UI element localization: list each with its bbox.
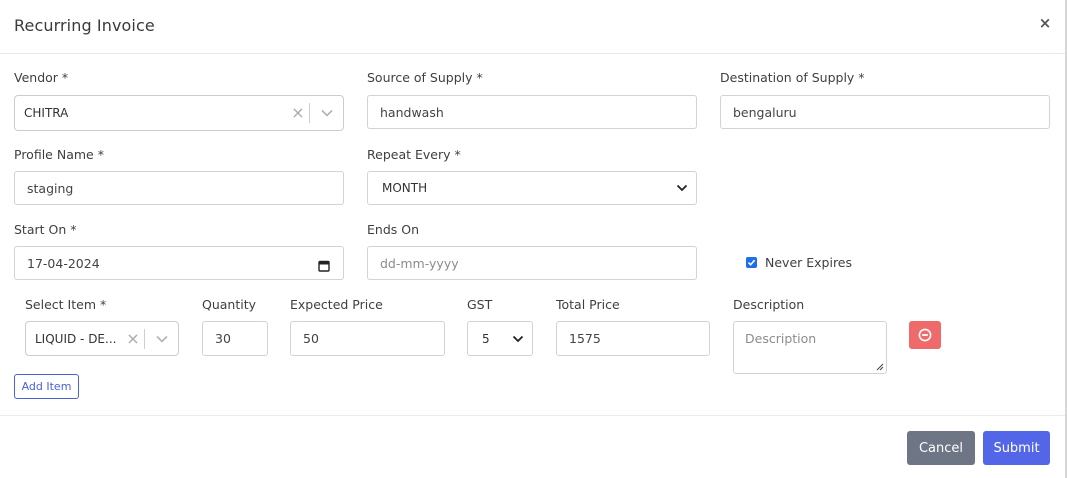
close-icon[interactable]: × [1037, 14, 1053, 32]
footer-divider [0, 415, 1065, 416]
destination-of-supply-label: Destination of Supply * [720, 70, 865, 85]
source-of-supply-label: Source of Supply * [367, 70, 483, 85]
remove-item-button[interactable] [909, 321, 941, 349]
select-item-header: Select Item * [25, 297, 107, 312]
gst-select[interactable]: 5 [467, 321, 533, 356]
expected-price-input[interactable]: 50 [290, 321, 445, 356]
gst-header: GST [467, 297, 493, 312]
description-textarea[interactable]: Description [733, 321, 887, 374]
quantity-header: Quantity [202, 297, 257, 312]
never-expires-checkbox[interactable] [746, 257, 757, 268]
resize-handle-icon[interactable] [876, 363, 884, 371]
check-icon [747, 259, 756, 266]
start-on-label: Start On * [14, 222, 77, 237]
description-placeholder: Description [745, 331, 817, 346]
profile-name-label: Profile Name * [14, 147, 104, 162]
profile-name-input[interactable]: staging [14, 171, 344, 205]
ends-on-label: Ends On [367, 222, 420, 237]
repeat-every-select[interactable]: MONTH [367, 171, 697, 205]
chevron-down-icon[interactable] [310, 96, 343, 130]
expected-price-header: Expected Price [290, 297, 383, 312]
never-expires-label: Never Expires [765, 255, 853, 270]
total-price-header: Total Price [556, 297, 620, 312]
ends-on-date-input[interactable]: dd-mm-yyyy [367, 246, 697, 280]
item-value: LIQUID - DE... [35, 331, 117, 346]
cancel-button[interactable]: Cancel [907, 431, 975, 465]
add-item-button[interactable]: Add Item [14, 374, 79, 399]
vendor-value: CHITRA [24, 106, 69, 120]
modal-header: Recurring Invoice × [0, 0, 1065, 54]
gst-value: 5 [482, 331, 490, 346]
start-on-date-input[interactable]: 17-04-2024 [14, 246, 344, 280]
chevron-down-icon[interactable] [145, 322, 178, 355]
vendor-label: Vendor * [14, 70, 69, 85]
calendar-icon[interactable] [318, 257, 330, 276]
submit-button[interactable]: Submit [983, 431, 1050, 465]
clear-icon[interactable]: × [287, 105, 309, 121]
remove-circle-icon [918, 328, 932, 342]
recurring-invoice-modal: Recurring Invoice × Vendor * CHITRA × So… [0, 0, 1067, 478]
modal-title: Recurring Invoice [14, 16, 155, 35]
chevron-down-icon [668, 184, 696, 192]
repeat-every-value: MONTH [382, 181, 428, 195]
total-price-input[interactable]: 1575 [556, 321, 710, 356]
repeat-every-label: Repeat Every * [367, 147, 461, 162]
item-select[interactable]: LIQUID - DE... × [25, 321, 179, 356]
chevron-down-icon [504, 335, 532, 343]
quantity-input[interactable]: 30 [202, 321, 268, 356]
vendor-select[interactable]: CHITRA × [14, 95, 344, 131]
clear-icon[interactable]: × [122, 330, 144, 347]
description-header: Description [733, 297, 805, 312]
source-of-supply-input[interactable]: handwash [367, 95, 697, 129]
destination-of-supply-input[interactable]: bengaluru [720, 95, 1050, 129]
